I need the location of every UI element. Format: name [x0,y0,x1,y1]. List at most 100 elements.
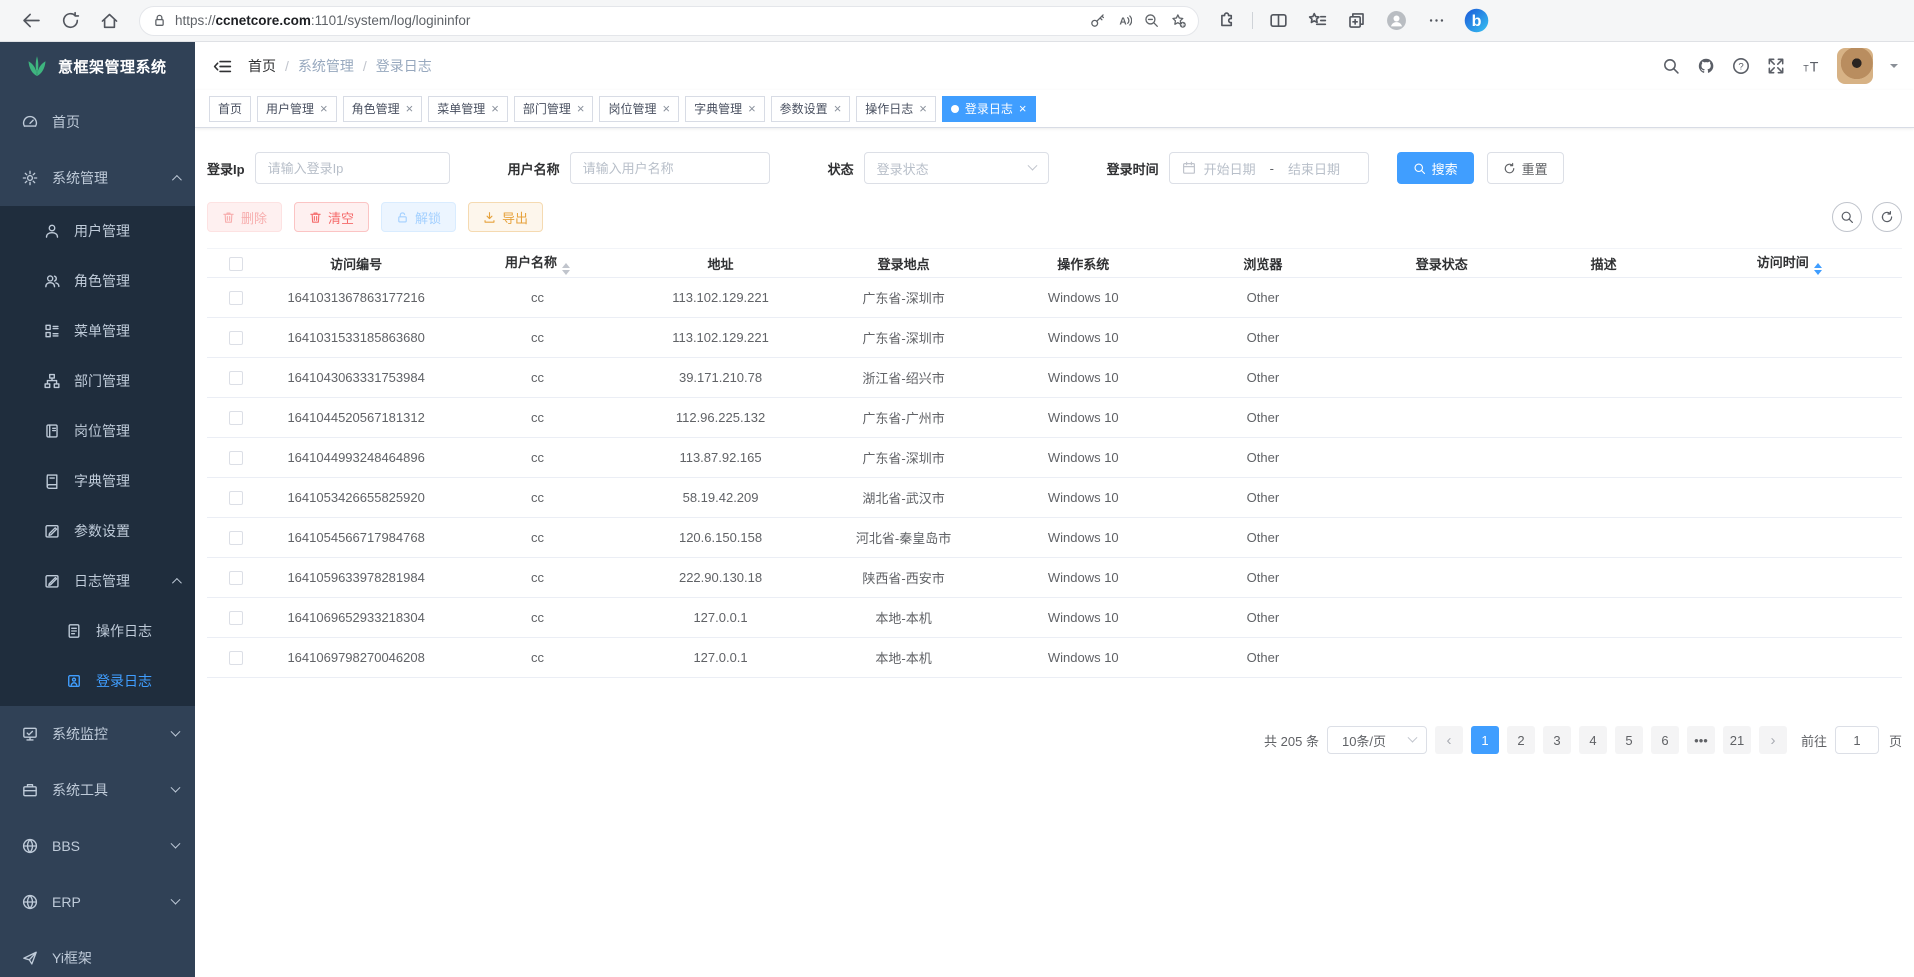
split-screen-icon[interactable] [1269,11,1288,30]
ellipsis-pages-button[interactable]: ••• [1687,726,1715,754]
tab[interactable]: 操作日志× [856,96,936,122]
row-checkbox[interactable] [229,291,243,305]
tab-close-icon[interactable]: × [1019,102,1027,115]
header-search-icon[interactable] [1662,57,1680,75]
show-search-button[interactable] [1832,202,1862,232]
sidebar-item[interactable]: 系统监控 [0,706,195,762]
favorites-icon[interactable] [1308,11,1327,30]
search-button[interactable]: 搜索 [1397,152,1474,184]
tab-close-icon[interactable]: × [491,102,499,115]
tab-close-icon[interactable]: × [919,102,927,115]
row-checkbox[interactable] [229,371,243,385]
tab-close-icon[interactable]: × [834,102,842,115]
sidebar-item[interactable]: 日志管理 [0,556,195,606]
sidebar-item[interactable]: 登录日志 [0,656,195,706]
extensions-icon[interactable] [1217,11,1236,30]
password-icon[interactable] [1090,13,1105,28]
tab[interactable]: 参数设置× [771,96,851,122]
prev-page-button[interactable]: ‹ [1435,726,1463,754]
sidebar-item[interactable]: 菜单管理 [0,306,195,356]
read-aloud-icon[interactable]: A [1117,13,1132,28]
tab[interactable]: 菜单管理× [428,96,508,122]
browser-profile-icon[interactable] [1386,10,1407,31]
sidebar-item[interactable]: 字典管理 [0,456,195,506]
page-button[interactable]: 6 [1651,726,1679,754]
fullscreen-icon[interactable] [1767,57,1785,75]
tab[interactable]: 部门管理× [514,96,594,122]
status-select[interactable]: 登录状态 [864,152,1049,184]
tab-close-icon[interactable]: × [577,102,585,115]
page-button[interactable]: 1 [1471,726,1499,754]
page-button[interactable]: 5 [1615,726,1643,754]
row-checkbox[interactable] [229,331,243,345]
sidebar-item[interactable]: BBS [0,818,195,874]
refresh-table-button[interactable] [1872,202,1902,232]
zoom-out-icon[interactable] [1144,13,1159,28]
breadcrumb-home[interactable]: 首页 [248,56,276,76]
sidebar-item[interactable]: 系统管理 [0,150,195,206]
tab-close-icon[interactable]: × [406,102,414,115]
tab-close-icon[interactable]: × [748,102,756,115]
column-header[interactable]: 访问时间 [1676,249,1902,278]
goto-page-input[interactable] [1835,726,1879,754]
user-name-input[interactable] [583,161,757,176]
collections-icon[interactable] [1347,11,1366,30]
sidebar-item[interactable]: 用户管理 [0,206,195,256]
page-button[interactable]: 4 [1579,726,1607,754]
sort-caret-icon[interactable] [562,263,570,275]
row-checkbox[interactable] [229,491,243,505]
favorite-add-icon[interactable] [1171,13,1186,28]
row-checkbox[interactable] [229,531,243,545]
select-all-checkbox[interactable] [229,257,243,271]
avatar-dropdown-caret-icon[interactable] [1890,64,1898,72]
next-page-button[interactable]: › [1759,726,1787,754]
export-button[interactable]: 导出 [468,202,543,232]
row-checkbox[interactable] [229,411,243,425]
tab-close-icon[interactable]: × [662,102,670,115]
sidebar-item[interactable]: 部门管理 [0,356,195,406]
browser-back-icon[interactable] [22,11,41,30]
sidebar-item[interactable]: 岗位管理 [0,406,195,456]
user-avatar[interactable] [1837,48,1873,84]
sidebar-item[interactable]: Yi框架 [0,930,195,977]
sidebar-toggle-icon[interactable] [213,57,232,76]
tab-close-icon[interactable]: × [320,102,328,115]
bing-icon[interactable]: b [1464,8,1489,33]
row-checkbox[interactable] [229,571,243,585]
tab[interactable]: 首页 [209,96,251,122]
browser-home-icon[interactable] [100,11,119,30]
browser-menu-icon[interactable] [1427,11,1446,30]
row-checkbox[interactable] [229,611,243,625]
browser-reload-icon[interactable] [61,11,80,30]
row-checkbox[interactable] [229,451,243,465]
last-page-button[interactable]: 21 [1723,726,1751,754]
sort-caret-icon[interactable] [1814,263,1822,275]
tab[interactable]: 角色管理× [343,96,423,122]
tab-active[interactable]: 登录日志× [942,96,1036,122]
date-range-picker[interactable]: 开始日期 - 结束日期 [1169,152,1369,184]
user-name-field[interactable] [570,152,770,184]
tab[interactable]: 字典管理× [685,96,765,122]
sidebar-item[interactable]: ERP [0,874,195,930]
login-ip-field[interactable] [255,152,450,184]
page-button[interactable]: 2 [1507,726,1535,754]
login-ip-input[interactable] [268,161,437,176]
tab[interactable]: 岗位管理× [599,96,679,122]
row-checkbox[interactable] [229,651,243,665]
sidebar-item[interactable]: 系统工具 [0,762,195,818]
font-size-icon[interactable]: TT [1802,57,1820,75]
sidebar-logo[interactable]: 意框架管理系统 [0,42,195,90]
page-size-select[interactable]: 10条/页 [1327,726,1427,754]
sidebar-item[interactable]: 参数设置 [0,506,195,556]
address-bar[interactable]: https://ccnetcore.com:1101/system/log/lo… [139,6,1199,36]
help-icon[interactable]: ? [1732,57,1750,75]
sidebar-item[interactable]: 首页 [0,94,195,150]
github-icon[interactable] [1697,57,1715,75]
page-button[interactable]: 3 [1543,726,1571,754]
sidebar-item[interactable]: 操作日志 [0,606,195,656]
reset-button[interactable]: 重置 [1487,152,1564,184]
column-header[interactable]: 用户名称 [448,249,628,278]
lock-icon[interactable] [152,13,167,28]
clear-button[interactable]: 清空 [294,202,369,232]
tab[interactable]: 用户管理× [257,96,337,122]
